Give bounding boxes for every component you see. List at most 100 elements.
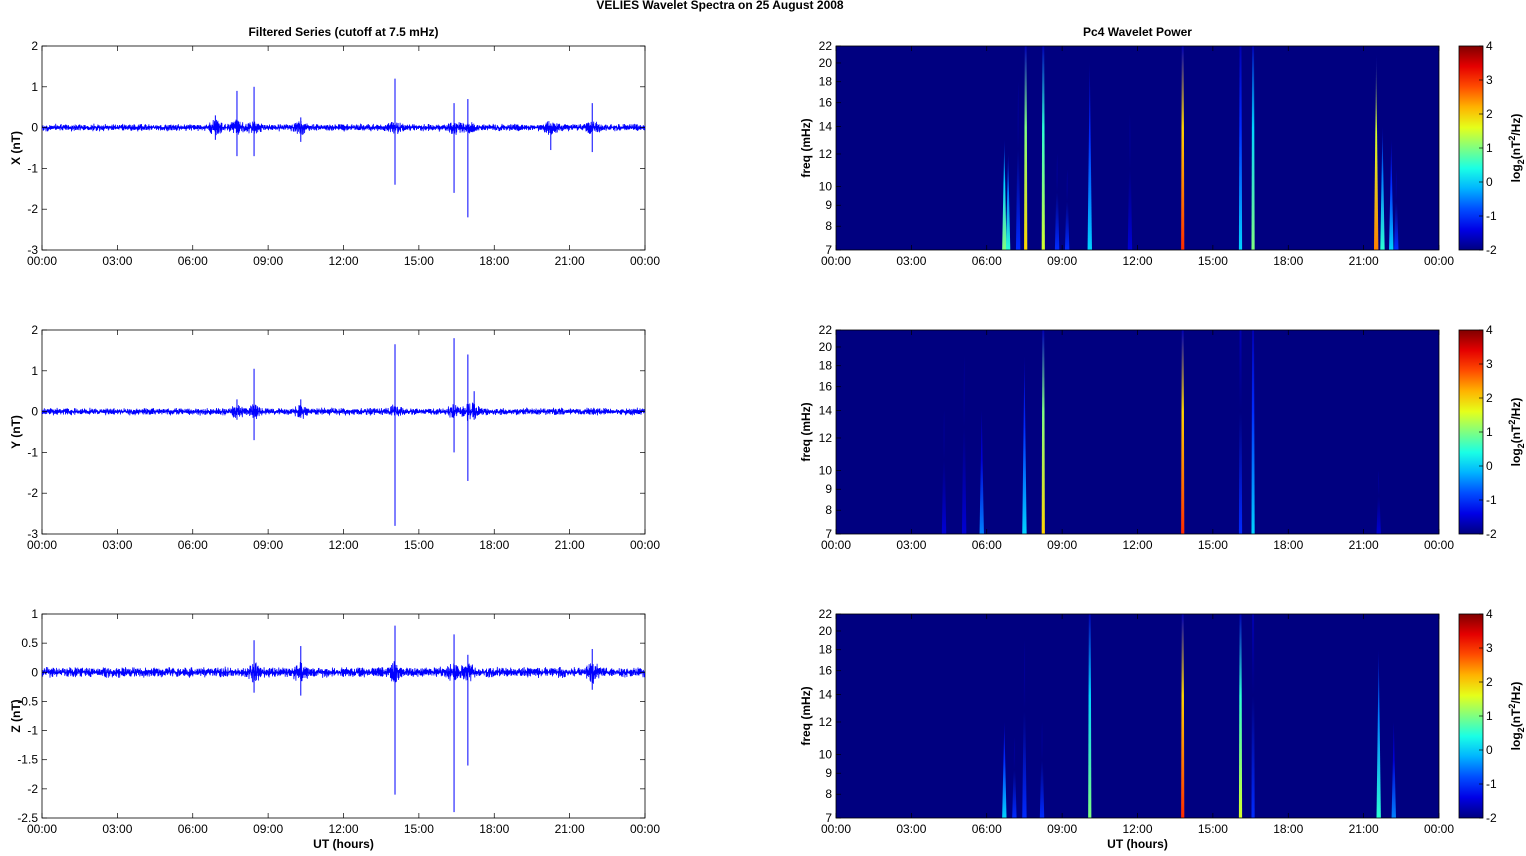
series-y-ytick-label: -1 [27, 445, 38, 459]
spectrogram-y-xtick-label: 15:00 [1198, 538, 1228, 552]
spectrogram-x-ytick-label: 18 [819, 75, 833, 89]
spectrogram-x-xtick-label: 21:00 [1349, 254, 1379, 268]
spectrogram-y-ytick-label: 16 [819, 380, 833, 394]
spectrogram-x-ytick-label: 20 [819, 56, 833, 70]
spectrogram-x-ytick-label: 16 [819, 96, 833, 110]
spectrogram-y-ytick-label: 12 [819, 431, 833, 445]
series-y-xtick-label: 00:00 [630, 538, 660, 552]
spectrogram-x-xtick-label: 00:00 [1424, 254, 1454, 268]
spectrogram-z-colorbar-tick-label: -2 [1486, 811, 1497, 825]
spectrogram-x-colorbar-tick-label: 2 [1486, 107, 1493, 121]
spectrogram-y-colorbar-tick-label: 1 [1486, 425, 1493, 439]
series-x-ytick-label: -1 [27, 161, 38, 175]
spectrogram-x-xtick-label: 15:00 [1198, 254, 1228, 268]
series-z-xtick-label: 00:00 [27, 822, 57, 836]
spectrogram-y-ylabel: freq (mHz) [799, 402, 813, 461]
spectrogram-y-xtick-label: 09:00 [1047, 538, 1077, 552]
spectrogram-z-ytick-label: 18 [819, 643, 833, 657]
figure-title: VELIES Wavelet Spectra on 25 August 2008 [596, 0, 844, 12]
series-x-ytick-label: 1 [31, 80, 38, 94]
spectrogram-x-xtick-label: 06:00 [972, 254, 1002, 268]
series-z-ytick-label: -2 [27, 782, 38, 796]
spectrogram-x-ytick-label: 8 [825, 219, 832, 233]
spectrogram-y-ytick-label: 9 [825, 482, 832, 496]
spectrogram-z-xtick-label: 18:00 [1273, 822, 1303, 836]
spectrogram-y-colorbar-label: log2(nT2/Hz) [1507, 398, 1526, 467]
spectrogram-x-ytick-label: 14 [819, 120, 833, 134]
series-x-xtick-label: 18:00 [479, 254, 509, 268]
colorbar-label-part: /Hz) [1509, 114, 1523, 136]
spectrogram-y-colorbar-tick-label: 2 [1486, 391, 1493, 405]
spectrogram-x-ytick-label: 10 [819, 179, 833, 193]
spectrogram-x-background [836, 46, 1439, 250]
spectrogram-x-xtick-label: 18:00 [1273, 254, 1303, 268]
series-z-xtick-label: 21:00 [555, 822, 585, 836]
colorbar-label-part: (nT [1509, 708, 1523, 727]
spectrogram-y-ytick-label: 22 [819, 323, 833, 337]
series-x-xtick-label: 15:00 [404, 254, 434, 268]
spectrogram-z-ytick-label: 10 [819, 747, 833, 761]
series-z-xtick-label: 00:00 [630, 822, 660, 836]
spectrogram-x-colorbar-label: log2(nT2/Hz) [1507, 114, 1526, 183]
spectrogram-z-ytick-label: 14 [819, 688, 833, 702]
series-z-ytick-label: 1 [31, 607, 38, 621]
spectrogram-x-xtick-label: 09:00 [1047, 254, 1077, 268]
spectrogram-y-colorbar-tick-label: 4 [1486, 323, 1493, 337]
spectrogram-z-colorbar-tick-label: -1 [1486, 777, 1497, 791]
spectrogram-x-ytick-label: 22 [819, 39, 833, 53]
series-x-ytick-label: 0 [31, 121, 38, 135]
series-x-ytick-label: -2 [27, 202, 38, 216]
spectrogram-y-ytick-label: 20 [819, 340, 833, 354]
colorbar-label-part: log [1509, 164, 1523, 182]
spectrogram-y-colorbar-tick-label: 3 [1486, 357, 1493, 371]
spectrogram-z-xtick-label: 00:00 [1424, 822, 1454, 836]
spectrogram-x-ytick-label: 9 [825, 198, 832, 212]
colorbar-label-part: /Hz) [1509, 398, 1523, 420]
spectrogram-x-colorbar-tick-label: -2 [1486, 243, 1497, 257]
spectrogram-y-ytick-label: 10 [819, 463, 833, 477]
spectrogram-z-ytick-label: 16 [819, 664, 833, 678]
spectrogram-x-colorbar-tick-label: 0 [1486, 175, 1493, 189]
series-x-xtick-label: 09:00 [253, 254, 283, 268]
spectrogram-z-background [836, 614, 1439, 818]
spectrogram-x-colorbar-tick-label: 1 [1486, 141, 1493, 155]
series-y-xtick-label: 09:00 [253, 538, 283, 552]
spectrogram-x-title: Pc4 Wavelet Power [1083, 25, 1192, 39]
series-y-axes [41, 329, 646, 535]
spectrogram-x-colorbar-tick-label: 3 [1486, 73, 1493, 87]
spectrogram-y-ytick-label: 14 [819, 404, 833, 418]
spectrogram-z-xtick-label: 00:00 [821, 822, 851, 836]
colorbar-label-part: (nT [1509, 424, 1523, 443]
spectrogram-x-colorbar-tick-label: -1 [1486, 209, 1497, 223]
series-y-xtick-label: 18:00 [479, 538, 509, 552]
spectrogram-y-colorbar-tick-label: 0 [1486, 459, 1493, 473]
series-x-xtick-label: 21:00 [555, 254, 585, 268]
spectrogram-y-xtick-label: 03:00 [896, 538, 926, 552]
spectrogram-z-ylabel: freq (mHz) [799, 686, 813, 745]
series-y-xtick-label: 12:00 [328, 538, 358, 552]
spectrogram-x-ytick-label: 12 [819, 147, 833, 161]
spectrogram-x-xtick-label: 12:00 [1122, 254, 1152, 268]
series-z-xtick-label: 12:00 [328, 822, 358, 836]
series-y-xtick-label: 21:00 [555, 538, 585, 552]
spectrogram-y-colorbar-tick-label: -1 [1486, 493, 1497, 507]
series-y-ylabel: Y (nT) [9, 415, 23, 449]
series-x-xtick-label: 03:00 [102, 254, 132, 268]
series-x-xtick-label: 00:00 [27, 254, 57, 268]
series-z-xtick-label: 03:00 [102, 822, 132, 836]
spectrogram-z-xlabel: UT (hours) [1107, 837, 1168, 851]
figure: VELIES Wavelet Spectra on 25 August 2008… [9, 0, 1526, 851]
series-z-ytick-label: 0.5 [21, 636, 38, 650]
spectrogram-y-xtick-label: 00:00 [1424, 538, 1454, 552]
spectrogram-z-colorbar-tick-label: 2 [1486, 675, 1493, 689]
spectrogram-z-xtick-label: 15:00 [1198, 822, 1228, 836]
series-z-axes [41, 613, 646, 819]
series-z-ytick-label: -1.5 [17, 753, 38, 767]
series-z-xtick-label: 06:00 [178, 822, 208, 836]
series-z-ytick-label: -1 [27, 724, 38, 738]
spectrogram-z-ytick-label: 22 [819, 607, 833, 621]
series-z-xtick-label: 18:00 [479, 822, 509, 836]
colorbar-label-part: log [1509, 448, 1523, 466]
series-x-ytick-label: 2 [31, 39, 38, 53]
spectrogram-y-ytick-label: 8 [825, 503, 832, 517]
